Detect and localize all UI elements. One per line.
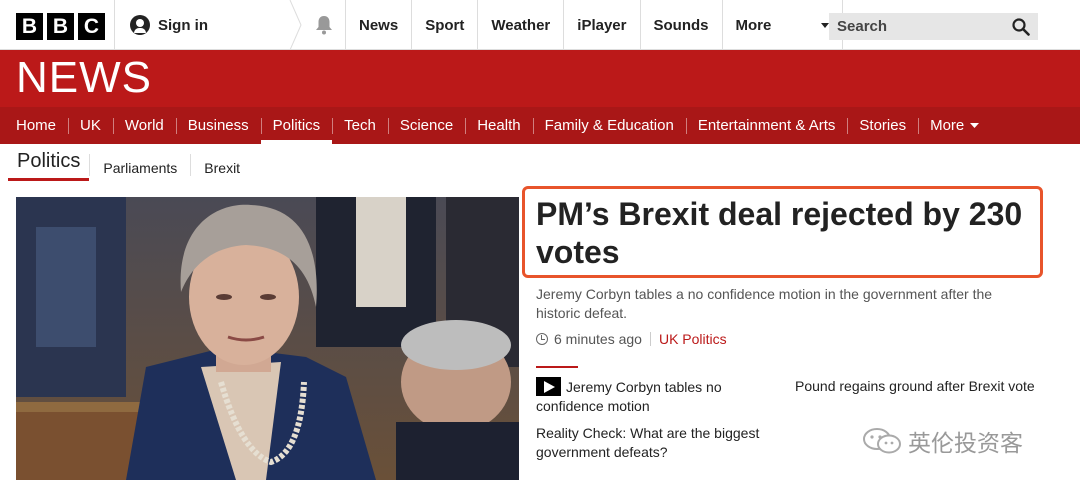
nav-family-education[interactable]: Family & Education — [532, 107, 686, 144]
bbc-logo[interactable]: B B C — [16, 13, 105, 40]
nav-politics[interactable]: Politics — [260, 107, 333, 144]
story-time: 6 minutes ago — [554, 331, 642, 347]
related-link-video[interactable]: Jeremy Corbyn tables no confidence motio… — [536, 377, 766, 416]
related-link[interactable]: Reality Check: What are the biggest gove… — [536, 424, 786, 462]
bell-icon — [316, 16, 332, 35]
subnav-title[interactable]: Politics — [8, 150, 90, 181]
related-link-text: Jeremy Corbyn tables no confidence motio… — [536, 379, 722, 414]
nav-world[interactable]: World — [112, 107, 176, 144]
related-divider — [536, 366, 578, 368]
nav-stories[interactable]: Stories — [847, 107, 918, 144]
search-input[interactable]: Search — [829, 13, 1038, 40]
story-headline[interactable]: PM’s Brexit deal rejected by 230 votes — [536, 195, 1036, 271]
story-photo[interactable] — [16, 197, 519, 480]
news-banner: NEWS — [0, 50, 1080, 107]
nav-science[interactable]: Science — [387, 107, 465, 144]
notifications-button[interactable] — [303, 0, 345, 50]
story-category-link[interactable]: UK Politics — [659, 331, 727, 347]
watermark-text: 英伦投资客 — [908, 430, 1023, 456]
caret-down-icon — [820, 22, 829, 28]
commons-photo-illustration — [16, 197, 519, 480]
top-nav-more-label: More — [735, 16, 772, 34]
sign-in-label: Sign in — [158, 16, 208, 34]
nav-business[interactable]: Business — [175, 107, 261, 144]
subnav-brexit[interactable]: Brexit — [190, 154, 253, 176]
top-nav-sounds[interactable]: Sounds — [639, 0, 722, 50]
sign-in-button[interactable]: Sign in — [114, 0, 292, 50]
nav-tech[interactable]: Tech — [332, 107, 388, 144]
top-nav-more-button[interactable]: More — [721, 0, 843, 50]
story-summary: Jeremy Corbyn tables a no confidence mot… — [536, 286, 993, 321]
meta-divider — [649, 332, 651, 346]
bbc-top-bar: B B C Sign in News Sport Weather iPlayer… — [0, 0, 1080, 50]
search-icon[interactable] — [1012, 17, 1030, 36]
logo-letter: C — [78, 13, 105, 40]
top-nav-sport[interactable]: Sport — [411, 0, 477, 50]
top-nav: News Sport Weather iPlayer Sounds More — [345, 0, 843, 50]
logo-letter: B — [47, 13, 74, 40]
caret-down-icon — [970, 123, 980, 128]
section-nav: Home UK World Business Politics Tech Sci… — [0, 107, 1080, 144]
related-link[interactable]: Pound regains ground after Brexit vote — [795, 377, 1035, 396]
nav-health[interactable]: Health — [465, 107, 532, 144]
nav-more-button[interactable]: More — [918, 107, 991, 144]
search-placeholder: Search — [837, 18, 888, 35]
news-logo[interactable]: NEWS — [16, 53, 152, 103]
nav-home[interactable]: Home — [4, 107, 68, 144]
watermark: 英伦投资客 — [862, 424, 1023, 458]
top-nav-news[interactable]: News — [345, 0, 411, 50]
clock-icon — [536, 333, 548, 345]
user-icon — [130, 15, 150, 35]
wechat-icon — [863, 428, 901, 454]
story-meta: 6 minutes ago UK Politics — [536, 331, 727, 347]
top-nav-iplayer[interactable]: iPlayer — [563, 0, 639, 50]
play-icon — [536, 377, 561, 396]
nav-more-label: More — [930, 117, 965, 134]
nav-uk[interactable]: UK — [68, 107, 113, 144]
chevron-separator-icon — [289, 0, 302, 50]
subnav-parliaments[interactable]: Parliaments — [89, 154, 190, 176]
top-nav-weather[interactable]: Weather — [477, 0, 563, 50]
nav-entertainment-arts[interactable]: Entertainment & Arts — [685, 107, 848, 144]
politics-subnav: Politics Parliaments Brexit — [8, 150, 253, 182]
logo-letter: B — [16, 13, 43, 40]
